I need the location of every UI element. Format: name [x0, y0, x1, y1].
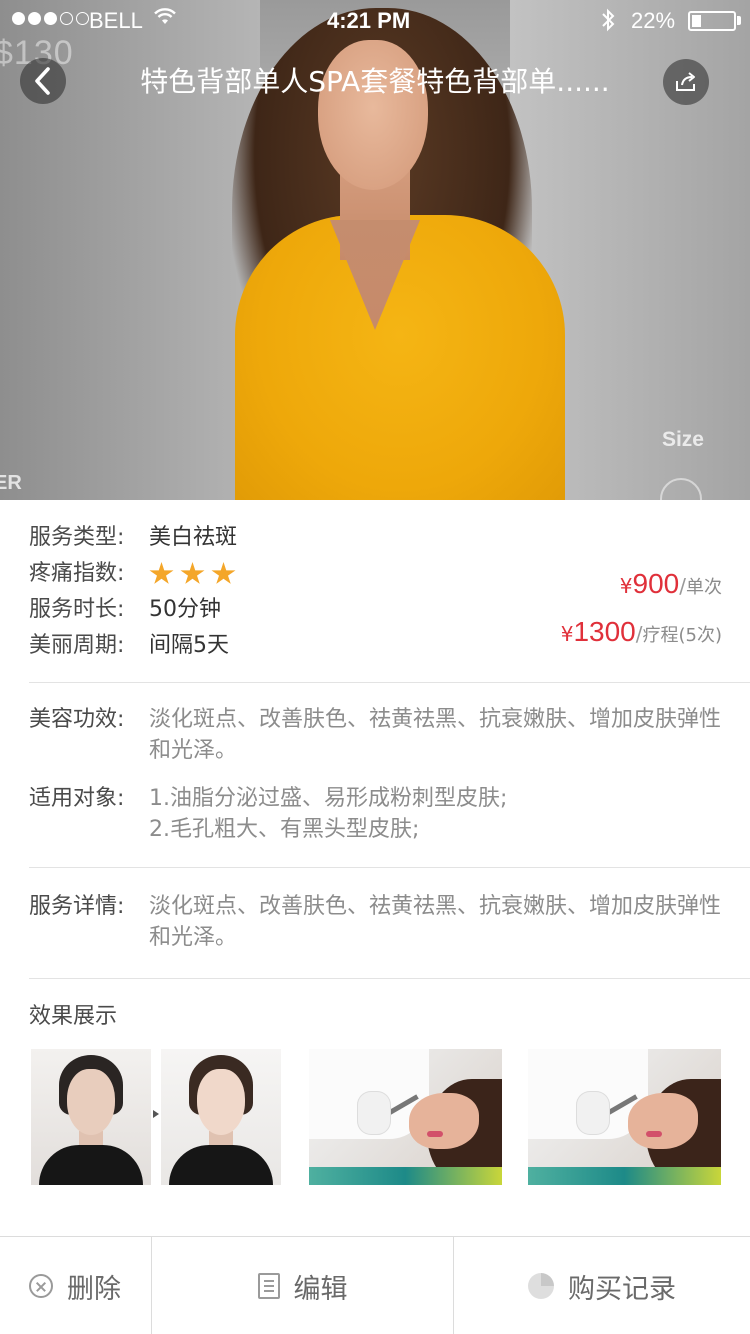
effect-image-treatment-2[interactable] [528, 1049, 721, 1185]
close-circle-icon [29, 1274, 53, 1298]
service-detail-label: 服务详情: [29, 894, 125, 919]
price-separator: / [635, 622, 643, 646]
service-detail-row: 服务详情: 淡化斑点、改善肤色、祛黄祛黑、抗衰嫩肤、增加皮肤弹性和光泽。 [29, 891, 729, 955]
info-row-type: 服务类型: 美白祛斑 [29, 520, 237, 556]
delete-label: 删除 [67, 1273, 121, 1305]
hero-ghost-er: ER [0, 472, 22, 494]
back-button[interactable] [20, 58, 66, 104]
edit-button[interactable]: 编辑 [151, 1237, 453, 1334]
battery-icon [688, 11, 736, 31]
target-label: 适用对象: [29, 786, 125, 811]
clock: 4:21 PM [327, 8, 411, 33]
info-row-pain: 疼痛指数: [29, 556, 236, 592]
target-text: 1.油脂分泌过盛、易形成粉刺型皮肤; 2.毛孔粗大、有黑头型皮肤; [149, 783, 734, 845]
divider [29, 867, 750, 868]
price-separator: / [679, 574, 686, 598]
price-single: ¥900/单次 [620, 568, 722, 600]
status-bar: BELL 4:21 PM 22% [0, 0, 750, 40]
carrier-label: BELL [89, 8, 143, 33]
delete-button[interactable]: 删除 [0, 1237, 150, 1334]
info-value: 美白祛斑 [149, 525, 238, 550]
share-button[interactable] [663, 59, 709, 105]
pain-rating [149, 562, 236, 586]
info-label: 疼痛指数: [29, 561, 125, 586]
price-unit: 单次 [686, 577, 722, 598]
target-line-1: 1.油脂分泌过盛、易形成粉刺型皮肤; [149, 786, 508, 811]
info-row-cycle: 美丽周期: 间隔5天 [29, 628, 229, 664]
service-detail-text: 淡化斑点、改善肤色、祛黄祛黑、抗衰嫩肤、增加皮肤弹性和光泽。 [149, 894, 722, 950]
currency-symbol: ¥ [619, 574, 633, 598]
wifi-icon [154, 8, 176, 32]
purchase-history-button[interactable]: 购买记录 [453, 1237, 750, 1334]
effect-image-before[interactable] [31, 1049, 151, 1185]
info-label: 美丽周期: [29, 633, 125, 658]
star-icon [149, 562, 174, 584]
battery-tip [737, 16, 741, 25]
battery-percent: 22% [631, 8, 676, 33]
price-amount: 1300 [573, 616, 636, 647]
effect-label: 美容功效: [29, 707, 125, 732]
info-row-duration: 服务时长: 50分钟 [29, 592, 221, 628]
effects-title: 效果展示 [29, 1004, 118, 1029]
hero-ghost-size: Size [661, 428, 704, 451]
info-label: 服务时长: [29, 597, 125, 622]
target-row: 适用对象: 1.油脂分泌过盛、易形成粉刺型皮肤; 2.毛孔粗大、有黑头型皮肤; [29, 783, 729, 847]
divider [29, 978, 750, 979]
info-value: 间隔5天 [149, 633, 229, 658]
price-unit: 疗程(5次) [642, 625, 723, 646]
purchase-history-label: 购买记录 [568, 1273, 676, 1305]
bottom-action-bar: 删除 编辑 购买记录 [0, 1236, 750, 1334]
share-icon [676, 72, 695, 91]
effect-text: 淡化斑点、改善肤色、祛黄祛黑、抗衰嫩肤、增加皮肤弹性和光泽。 [149, 707, 722, 763]
info-label: 服务类型: [29, 525, 125, 550]
page-title: 特色背部单人SPA套餐特色背部单...... [140, 65, 610, 98]
divider [29, 682, 750, 683]
document-icon [257, 1273, 280, 1299]
bluetooth-icon [600, 8, 616, 38]
effect-image-treatment-1[interactable] [309, 1049, 502, 1185]
pie-chart-icon [528, 1273, 554, 1299]
edit-label: 编辑 [293, 1273, 348, 1305]
price-amount: 900 [632, 568, 680, 599]
service-info: 服务类型: 美白祛斑 疼痛指数: 服务时长: 50分钟 美丽周期: 间隔5天 ¥900… [0, 500, 750, 682]
chevron-left-icon [35, 67, 50, 95]
currency-symbol: ¥ [560, 622, 574, 646]
star-icon [180, 562, 205, 584]
price-course: ¥1300/疗程(5次) [561, 616, 722, 648]
effect-row: 美容功效: 淡化斑点、改善肤色、祛黄祛黑、抗衰嫩肤、增加皮肤弹性和光泽。 [29, 704, 729, 768]
signal-icon [12, 12, 89, 25]
arrow-right-icon [153, 1110, 159, 1118]
target-line-2: 2.毛孔粗大、有黑头型皮肤; [149, 817, 420, 842]
effect-image-after[interactable] [161, 1049, 281, 1185]
info-value: 50分钟 [149, 597, 221, 622]
star-icon [211, 562, 236, 584]
